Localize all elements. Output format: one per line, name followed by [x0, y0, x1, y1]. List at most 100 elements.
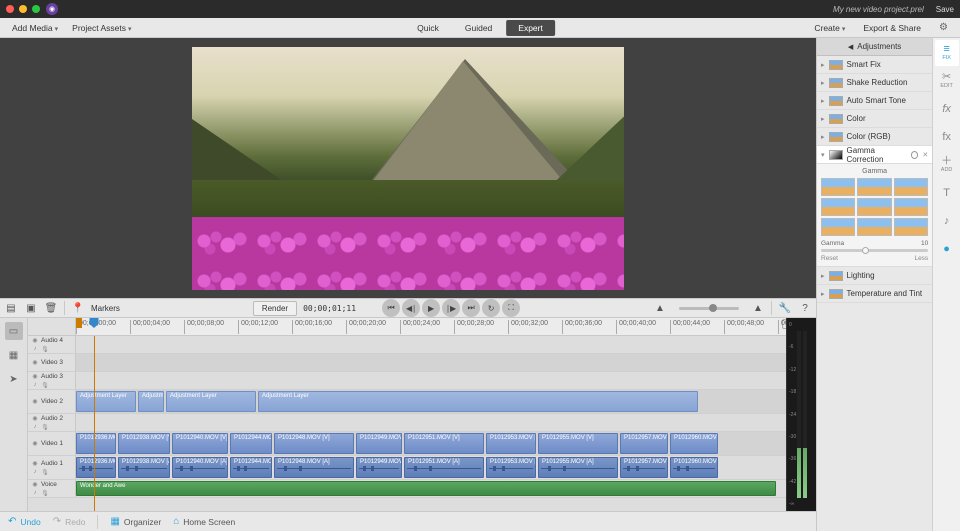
- gamma-preset-7[interactable]: [821, 218, 855, 236]
- timeline-clip[interactable]: P1012957.MOV [A]: [620, 457, 668, 478]
- mute-toggle[interactable]: ◉: [31, 459, 39, 467]
- track-lane-video-3[interactable]: [76, 354, 816, 371]
- create-menu[interactable]: Create: [808, 21, 851, 35]
- timeline-clip[interactable]: P1012953.MOV [V]: [486, 433, 536, 454]
- timeline-clip[interactable]: P1012949.MOV [V]: [356, 433, 402, 454]
- timeline-clip[interactable]: P1012936.MOV [A]: [76, 457, 116, 478]
- export-share-button[interactable]: Export & Share: [857, 21, 927, 35]
- record-toggle[interactable]: 🎙: [41, 345, 49, 353]
- track-lane-audio-2[interactable]: [76, 414, 816, 431]
- track-select-tool[interactable]: ➤: [5, 370, 23, 388]
- music-tab[interactable]: ♪: [935, 208, 959, 234]
- timeline-clip[interactable]: P1012936.MOV [V]: [76, 433, 116, 454]
- record-toggle[interactable]: 🎙: [41, 489, 49, 497]
- solo-toggle[interactable]: ♪: [31, 468, 39, 476]
- timeline-clip[interactable]: Adjustment Layer: [166, 391, 256, 412]
- solo-toggle[interactable]: ♪: [31, 489, 39, 497]
- gamma-preset-1[interactable]: [821, 178, 855, 196]
- transitions-tab[interactable]: fx: [935, 124, 959, 150]
- loop-button[interactable]: ↻: [482, 299, 500, 317]
- timeline-clip[interactable]: P1012953.MOV [A]: [486, 457, 536, 478]
- toggle-track-display-icon[interactable]: ▤: [4, 301, 18, 315]
- gamma-preset-2[interactable]: [857, 178, 891, 196]
- gamma-slider[interactable]: [821, 249, 928, 252]
- home-screen-button[interactable]: ⌂Home Screen: [173, 516, 235, 527]
- visibility-toggle[interactable]: ◉: [31, 398, 39, 406]
- timeline-clip[interactable]: P1012957.MOV [V]: [620, 433, 668, 454]
- share-tab[interactable]: ●: [935, 236, 959, 262]
- timecode-display[interactable]: 00;00;01;11: [303, 304, 356, 313]
- apply-toggle[interactable]: [911, 151, 918, 159]
- fullscreen-button[interactable]: ⛶: [502, 299, 520, 317]
- delete-icon[interactable]: 🗑: [44, 301, 58, 315]
- add-media-menu[interactable]: Add Media: [6, 21, 64, 35]
- visibility-toggle[interactable]: ◉: [31, 440, 39, 448]
- record-toggle[interactable]: 🎙: [41, 423, 49, 431]
- preview-video-frame[interactable]: [192, 47, 624, 290]
- mode-guided-tab[interactable]: Guided: [453, 20, 504, 36]
- gamma-preset-9[interactable]: [894, 218, 928, 236]
- gamma-preset-3[interactable]: [894, 178, 928, 196]
- track-lane-video-1[interactable]: P1012936.MOV [V]P1012938.MOV [V]P1012940…: [76, 432, 816, 455]
- gamma-preset-5[interactable]: [857, 198, 891, 216]
- track-lane-video-2[interactable]: Adjustment LayerAdjustment LayerAdjustme…: [76, 390, 816, 413]
- undo-button[interactable]: ↶Undo: [8, 516, 41, 527]
- close-window-icon[interactable]: [6, 5, 14, 13]
- zoom-window-icon[interactable]: [32, 5, 40, 13]
- zoom-in-icon[interactable]: ▲: [751, 301, 765, 315]
- track-lane-voice[interactable]: Wonder and Awe: [76, 480, 816, 497]
- timeline-clip[interactable]: P1012940.MOV [A]: [172, 457, 228, 478]
- play-button[interactable]: ▶: [422, 299, 440, 317]
- mute-toggle[interactable]: ◉: [31, 414, 39, 422]
- selection-tool[interactable]: ▭: [5, 322, 23, 340]
- timeline-clip[interactable]: P1012955.MOV [A]: [538, 457, 618, 478]
- time-stretch-tool[interactable]: ▦: [5, 346, 23, 364]
- timeline-clip[interactable]: P1012960.MOV [V]: [670, 433, 718, 454]
- adj-color-rgb[interactable]: ▸Color (RGB): [817, 128, 932, 146]
- timeline-clip[interactable]: P1012951.MOV [A]: [404, 457, 484, 478]
- mute-toggle[interactable]: ◉: [31, 336, 39, 344]
- tools-icon[interactable]: 🔧: [778, 301, 792, 315]
- record-toggle[interactable]: 🎙: [41, 468, 49, 476]
- gamma-less-button[interactable]: Less: [914, 255, 928, 262]
- timeline-clip[interactable]: Wonder and Awe: [76, 481, 776, 496]
- help-icon[interactable]: ?: [798, 301, 812, 315]
- mode-quick-tab[interactable]: Quick: [405, 20, 451, 36]
- add-tab[interactable]: ＋ADD: [935, 152, 959, 178]
- track-lane-audio-4[interactable]: [76, 336, 816, 353]
- timeline-clip[interactable]: P1012944.MOV [A]: [230, 457, 272, 478]
- camera-icon[interactable]: ▣: [24, 301, 38, 315]
- step-forward-button[interactable]: ∣▶: [442, 299, 460, 317]
- time-ruler[interactable]: Master 00;00;00;0000;00;04;0000;00;08;00…: [76, 318, 816, 335]
- timeline-clip[interactable]: P1012948.MOV [V]: [274, 433, 354, 454]
- minimize-window-icon[interactable]: [19, 5, 27, 13]
- gamma-preset-6[interactable]: [894, 198, 928, 216]
- settings-icon[interactable]: ⚙: [933, 20, 954, 35]
- timeline-clip[interactable]: P1012938.MOV [A]: [118, 457, 170, 478]
- timeline-clip[interactable]: P1012949.MOV [A]: [356, 457, 402, 478]
- titles-tab[interactable]: T: [935, 180, 959, 206]
- mode-expert-tab[interactable]: Expert: [506, 20, 555, 36]
- timeline-zoom-slider[interactable]: [679, 307, 739, 310]
- goto-start-button[interactable]: ⏮: [382, 299, 400, 317]
- work-area-start-handle[interactable]: [76, 318, 82, 328]
- timeline-clip[interactable]: P1012955.MOV [V]: [538, 433, 618, 454]
- project-assets-menu[interactable]: Project Assets: [66, 21, 137, 35]
- gamma-reset-button[interactable]: Reset: [821, 255, 838, 262]
- effects-tab[interactable]: fx: [935, 96, 959, 122]
- timeline-clip[interactable]: P1012940.MOV [V]: [172, 433, 228, 454]
- adj-lighting[interactable]: ▸Lighting: [817, 267, 932, 285]
- goto-end-button[interactable]: ⏭: [462, 299, 480, 317]
- solo-toggle[interactable]: ♪: [31, 381, 39, 389]
- gamma-preset-4[interactable]: [821, 198, 855, 216]
- adj-color[interactable]: ▸Color: [817, 110, 932, 128]
- timeline-clip[interactable]: Adjustment Layer: [258, 391, 698, 412]
- timeline-clip[interactable]: P1012944.MOV [V]: [230, 433, 272, 454]
- mute-toggle[interactable]: ◉: [31, 480, 39, 488]
- solo-toggle[interactable]: ♪: [31, 423, 39, 431]
- track-lane-audio-3[interactable]: [76, 372, 816, 389]
- organizer-button[interactable]: ▦Organizer: [110, 516, 161, 527]
- adj-auto-smart-tone[interactable]: ▸Auto Smart Tone: [817, 92, 932, 110]
- visibility-toggle[interactable]: ◉: [31, 359, 39, 367]
- adj-temperature-tint[interactable]: ▸Temperature and Tint: [817, 285, 932, 303]
